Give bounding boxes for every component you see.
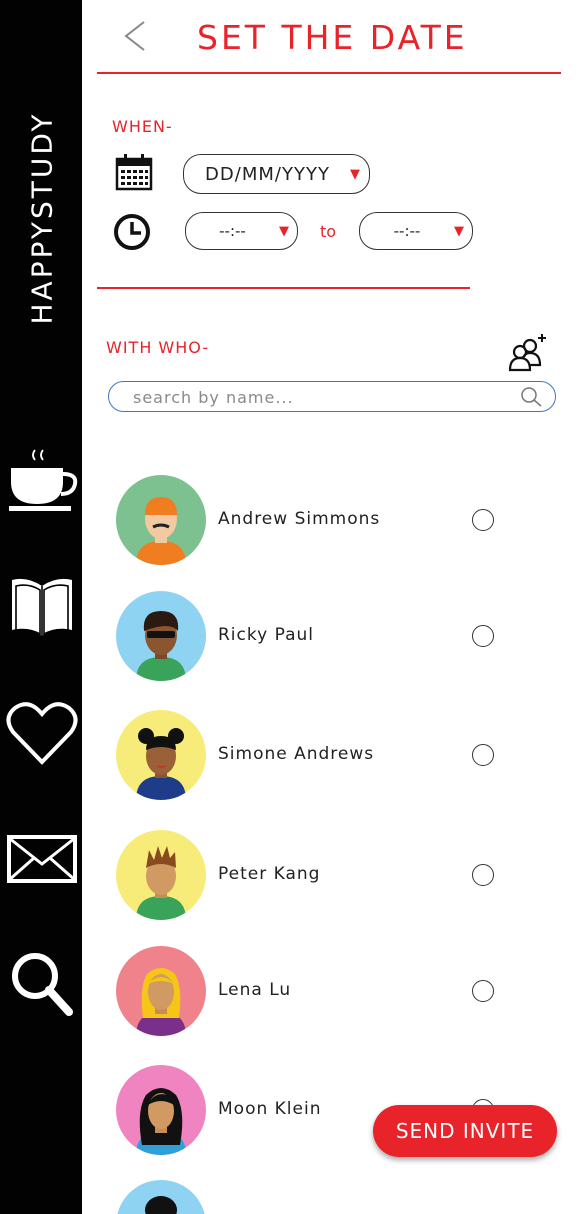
search-icon[interactable]: [4, 948, 80, 1018]
contact-item[interactable]: Andrew Simmons: [116, 475, 536, 567]
header-divider: [97, 72, 561, 74]
clock-icon: [112, 212, 152, 257]
contact-name: Peter Kang: [218, 864, 321, 884]
contact-select-radio[interactable]: [472, 744, 494, 766]
contact-item[interactable]: [116, 1180, 536, 1214]
with-who-label: WITH WHO-: [106, 338, 210, 357]
avatar: [116, 591, 206, 681]
contact-select-radio[interactable]: [472, 625, 494, 647]
coffee-cup-icon[interactable]: [4, 448, 80, 514]
when-label: WHEN-: [112, 117, 173, 136]
contact-name: Lena Lu: [218, 980, 292, 1000]
heart-icon[interactable]: [4, 700, 80, 768]
contact-name: Ricky Paul: [218, 625, 314, 645]
avatar: [116, 475, 206, 565]
contact-select-radio[interactable]: [472, 864, 494, 886]
avatar: [116, 1065, 206, 1155]
to-label: to: [320, 222, 337, 241]
avatar: [116, 710, 206, 800]
main-panel: SET THE DATE WHEN- DD/MM/YYYY ▼ --:-- ▼ …: [82, 0, 579, 1214]
start-time-select[interactable]: --:-- ▼: [185, 212, 298, 250]
contact-item[interactable]: Simone Andrews: [116, 710, 536, 802]
contact-item[interactable]: Lena Lu: [116, 946, 536, 1038]
contact-item[interactable]: Peter Kang: [116, 830, 536, 922]
avatar: [116, 830, 206, 920]
section-divider: [97, 287, 470, 289]
contact-select-radio[interactable]: [472, 980, 494, 1002]
sidebar: HAPPYSTUDY: [0, 0, 82, 1214]
end-time-value: --:--: [393, 222, 421, 240]
date-select[interactable]: DD/MM/YYYY ▼: [183, 154, 370, 194]
end-time-select[interactable]: --:-- ▼: [359, 212, 473, 250]
book-icon[interactable]: [4, 574, 80, 638]
chevron-down-icon: ▼: [350, 166, 361, 182]
avatar: [116, 946, 206, 1036]
contact-name: Moon Klein: [218, 1099, 322, 1119]
contact-name: Simone Andrews: [218, 744, 375, 764]
chevron-down-icon: ▼: [279, 223, 289, 239]
start-time-value: --:--: [219, 222, 246, 240]
send-invite-button[interactable]: SEND INVITE: [373, 1105, 557, 1157]
calendar-icon: [114, 152, 154, 197]
chevron-down-icon: ▼: [454, 223, 464, 239]
add-group-icon[interactable]: [506, 330, 550, 379]
search-icon[interactable]: [519, 385, 543, 414]
contact-select-radio[interactable]: [472, 509, 494, 531]
date-select-value: DD/MM/YYYY: [205, 163, 330, 185]
avatar: [116, 1180, 206, 1214]
mail-icon[interactable]: [4, 834, 80, 884]
contact-name: Andrew Simmons: [218, 509, 381, 529]
page-title: SET THE DATE: [197, 18, 468, 57]
search-input[interactable]: [131, 385, 515, 409]
chevron-left-icon[interactable]: [120, 18, 154, 54]
contact-item[interactable]: Ricky Paul: [116, 591, 536, 683]
search-field[interactable]: [108, 381, 556, 412]
app-brand: HAPPYSTUDY: [25, 111, 59, 325]
